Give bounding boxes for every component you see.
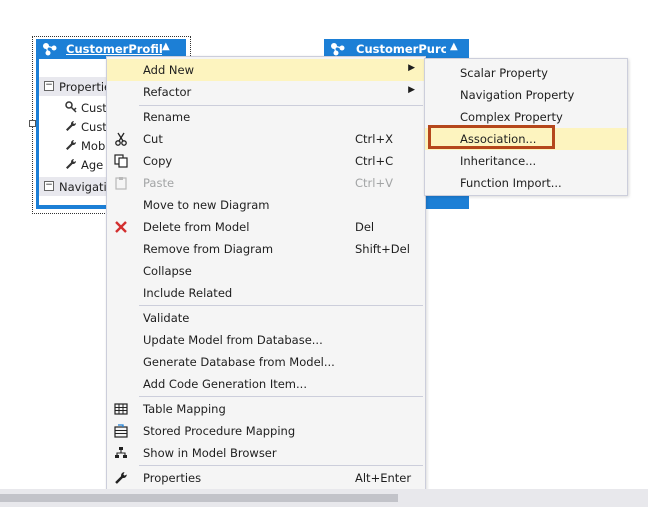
submenu-item-scalar-property[interactable]: Scalar Property xyxy=(425,62,627,84)
key-icon xyxy=(65,101,77,116)
menu-item-label: Rename xyxy=(143,110,191,124)
entity-title: CustomerPurc... xyxy=(356,42,446,56)
selection-handle-left[interactable] xyxy=(29,120,36,127)
menu-item-show-in-model-browser[interactable]: Show in Model Browser xyxy=(107,442,425,464)
submenu-arrow-icon: ▶ xyxy=(408,63,415,73)
menu-item-validate[interactable]: Validate xyxy=(107,307,425,329)
menu-item-rename[interactable]: Rename xyxy=(107,106,425,128)
menu-item-shortcut: Del xyxy=(355,220,375,234)
menu-item-label: Cut xyxy=(143,132,163,146)
entity-icon xyxy=(42,42,58,59)
submenu-item-navigation-property[interactable]: Navigation Property xyxy=(425,84,627,106)
menu-item-move-to-new-diagram[interactable]: Move to new Diagram xyxy=(107,194,425,216)
menu-item-label: Move to new Diagram xyxy=(143,198,270,212)
menu-item-shortcut: Ctrl+C xyxy=(355,154,394,168)
submenu-item-label: Scalar Property xyxy=(460,66,548,80)
menu-item-label: Include Related xyxy=(143,286,233,300)
menu-item-label: Validate xyxy=(143,311,190,325)
menu-item-add-new[interactable]: Add New ▶ xyxy=(107,59,425,81)
wrench-icon xyxy=(113,470,129,486)
wrench-icon xyxy=(65,158,77,173)
menu-item-label: Delete from Model xyxy=(143,220,250,234)
menu-item-label: Paste xyxy=(143,176,175,190)
property-label: Age xyxy=(81,158,104,172)
submenu-item-label: Function Import... xyxy=(460,176,562,190)
menu-item-delete-from-model[interactable]: Delete from Model Del xyxy=(107,216,425,238)
paste-icon xyxy=(113,175,129,191)
menu-item-generate-database-from-model[interactable]: Generate Database from Model... xyxy=(107,351,425,373)
menu-item-label: Remove from Diagram xyxy=(143,242,274,256)
menu-item-remove-from-diagram[interactable]: Remove from Diagram Shift+Del xyxy=(107,238,425,260)
menu-item-refactor[interactable]: Refactor ▶ xyxy=(107,81,425,103)
menu-item-label: Update Model from Database... xyxy=(143,333,323,347)
menu-item-update-model-from-database[interactable]: Update Model from Database... xyxy=(107,329,425,351)
chevron-up-icon[interactable]: ▲ xyxy=(450,41,458,52)
menu-item-label: Add Code Generation Item... xyxy=(143,377,307,391)
menu-item-table-mapping[interactable]: Table Mapping xyxy=(107,398,425,420)
menu-item-shortcut: Alt+Enter xyxy=(355,471,412,485)
menu-item-shortcut: Ctrl+X xyxy=(355,132,393,146)
entity-title: CustomerProfile xyxy=(66,42,162,56)
wrench-icon xyxy=(65,120,77,135)
menu-item-label: Copy xyxy=(143,154,173,168)
menu-item-paste: Paste Ctrl+V xyxy=(107,172,425,194)
model-browser-icon xyxy=(113,445,129,461)
submenu-item-label: Inheritance... xyxy=(460,154,537,168)
submenu-item-label: Navigation Property xyxy=(460,88,575,102)
menu-item-label: Stored Procedure Mapping xyxy=(143,424,296,438)
table-mapping-icon xyxy=(113,401,129,417)
association-callout-box xyxy=(428,125,555,149)
context-menu: Add New ▶ Refactor ▶ Rename Cut Ctrl+X C… xyxy=(106,56,426,492)
scissors-icon xyxy=(113,131,129,147)
menu-item-include-related[interactable]: Include Related xyxy=(107,282,425,304)
wrench-icon xyxy=(65,139,77,154)
menu-item-label: Generate Database from Model... xyxy=(143,355,335,369)
submenu-item-function-import[interactable]: Function Import... xyxy=(425,172,627,194)
menu-item-add-code-generation-item[interactable]: Add Code Generation Item... xyxy=(107,373,425,395)
menu-item-label: Collapse xyxy=(143,264,192,278)
collapse-minus-icon[interactable]: − xyxy=(44,81,54,91)
chevron-up-icon[interactable]: ▲ xyxy=(162,41,170,52)
menu-item-label: Properties xyxy=(143,471,202,485)
menu-item-shortcut: Shift+Del xyxy=(355,242,410,256)
collapse-minus-icon[interactable]: − xyxy=(44,181,54,191)
menu-item-label: Add New xyxy=(143,63,195,77)
menu-separator xyxy=(139,396,423,397)
submenu-item-inheritance[interactable]: Inheritance... xyxy=(425,150,627,172)
menu-item-copy[interactable]: Copy Ctrl+C xyxy=(107,150,425,172)
delete-x-icon xyxy=(113,219,129,235)
scrollbar-thumb[interactable] xyxy=(0,494,398,502)
menu-item-label: Table Mapping xyxy=(143,402,226,416)
menu-separator xyxy=(139,305,423,306)
menu-item-collapse[interactable]: Collapse xyxy=(107,260,425,282)
menu-separator xyxy=(139,465,423,466)
copy-icon xyxy=(113,153,129,169)
submenu-item-label: Complex Property xyxy=(460,110,563,124)
menu-item-label: Show in Model Browser xyxy=(143,446,277,460)
menu-item-cut[interactable]: Cut Ctrl+X xyxy=(107,128,425,150)
menu-item-label: Refactor xyxy=(143,85,192,99)
menu-item-stored-procedure-mapping[interactable]: Stored Procedure Mapping xyxy=(107,420,425,442)
horizontal-scrollbar[interactable] xyxy=(0,489,648,507)
submenu-arrow-icon: ▶ xyxy=(408,85,415,95)
menu-item-properties[interactable]: Properties Alt+Enter xyxy=(107,467,425,489)
stored-procedure-mapping-icon xyxy=(113,423,129,439)
menu-item-shortcut: Ctrl+V xyxy=(355,176,393,190)
